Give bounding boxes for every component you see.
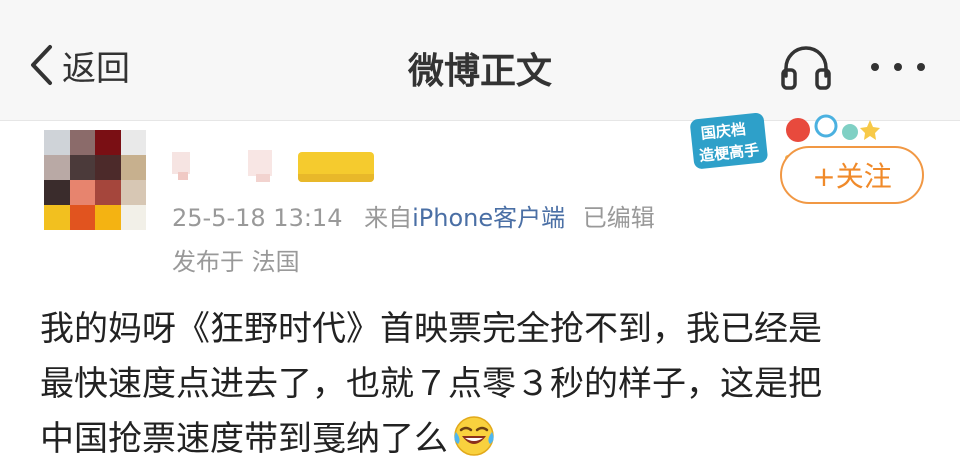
source-client-link[interactable]: iPhone客户端 (412, 204, 565, 232)
post-body: 我的妈呀《狂野时代》首映票完全抢不到，我已经是 最快速度点进去了，也就７点零３秒… (40, 302, 940, 467)
post-line-3-text: 中国抢票速度带到戛纳了么 (40, 419, 448, 459)
edited-label[interactable]: 已编辑 (583, 204, 655, 232)
source-prefix: 来自 (364, 204, 413, 232)
vip-badge (298, 152, 374, 182)
post-line-3: 中国抢票速度带到戛纳了么 (40, 412, 940, 467)
follow-label: +关注 (812, 160, 892, 193)
post-line-1: 我的妈呀《狂野时代》首映票完全抢不到，我已经是 (40, 309, 822, 349)
top-nav-bar: 返回 微博正文 (0, 0, 960, 121)
headphone-icon[interactable] (778, 42, 834, 90)
post-timestamp: 25-5-18 13:14 (172, 204, 343, 232)
post-line-2: 最快速度点进去了，也就７点零３秒的样子，这是把 (40, 364, 822, 404)
more-icon[interactable] (868, 60, 928, 74)
publish-location: 发布于 法国 (172, 248, 300, 276)
follow-button[interactable]: +关注 (780, 146, 924, 204)
avatar[interactable] (44, 130, 146, 230)
laugh-cry-emoji-icon (454, 416, 494, 456)
post-meta: 25-5-18 13:14 来自iPhone客户端 已编辑 (172, 198, 655, 233)
